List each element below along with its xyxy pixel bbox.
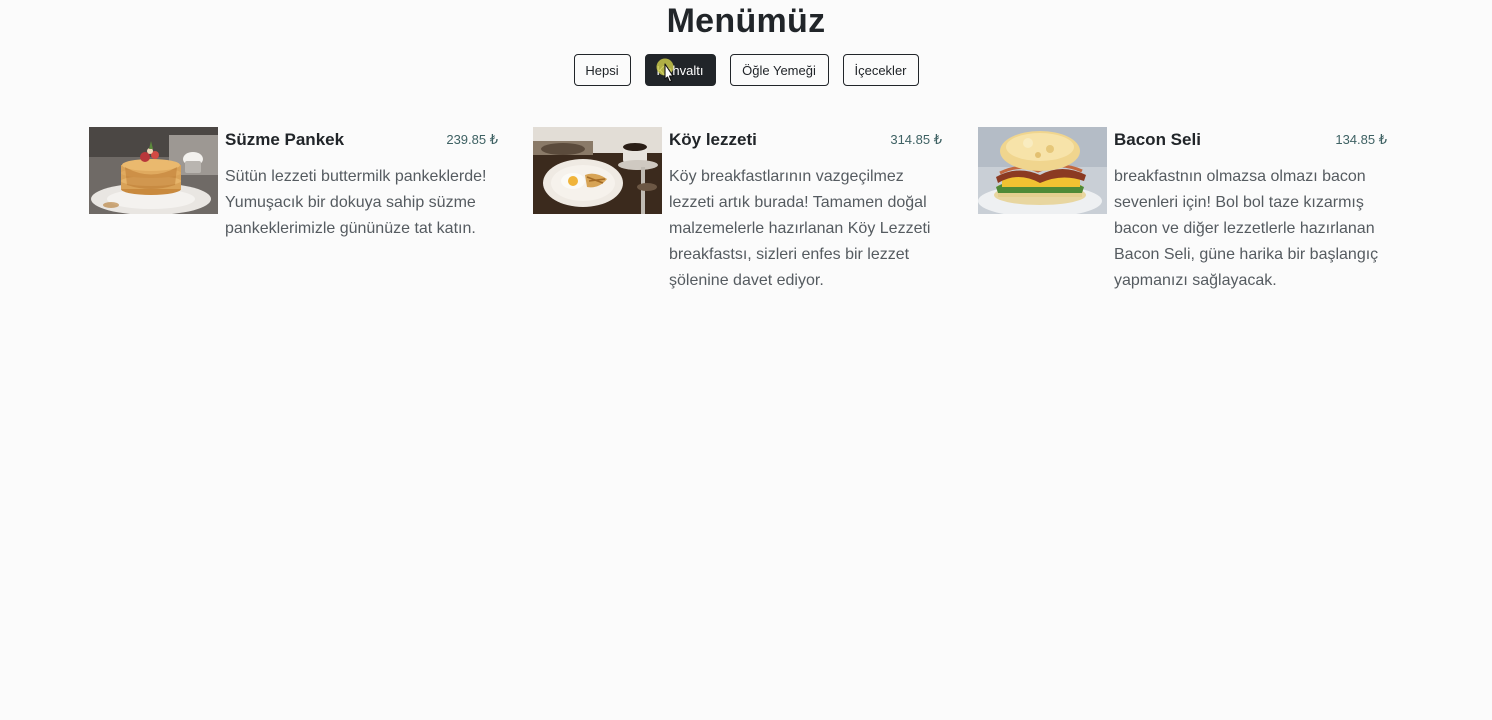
page-title: Menümüz: [666, 2, 826, 40]
item-name: Süzme Pankek: [225, 130, 345, 149]
item-description: breakfastnın olmazsa olmazı bacon sevenl…: [1114, 168, 1379, 289]
pancake-stack-photo: [89, 127, 218, 214]
item-description: Sütün lezzeti buttermilk pankeklerde! Yu…: [225, 168, 487, 237]
filter-all-button[interactable]: Hepsi: [573, 54, 631, 86]
item-name: Bacon Seli: [1114, 130, 1201, 149]
item-price: 134.85 ₺: [1335, 132, 1387, 147]
bacon-sandwich-photo: [978, 127, 1107, 214]
filter-drinks-button[interactable]: İçecekler: [842, 54, 919, 86]
item-price: 314.85 ₺: [890, 132, 942, 147]
category-filter-bar: Hepsi Kahvaltı Öğle Yemeği İçecekler: [0, 54, 1492, 86]
country-breakfast-photo: [533, 127, 662, 214]
menu-page: Menümüz Hepsi Kahvaltı Öğle Yemeği İçece…: [0, 0, 1492, 720]
filter-breakfast-button[interactable]: Kahvaltı: [644, 54, 716, 86]
item-name: Köy lezzeti: [669, 130, 757, 149]
item-description: Köy breakfastlarının vazgeçilmez lezzeti…: [669, 168, 931, 289]
menu-item: Bacon Seli 134.85 ₺ breakfastnın olmazsa…: [978, 127, 1390, 297]
menu-item: Köy lezzeti 314.85 ₺ Köy breakfastlarını…: [533, 127, 945, 297]
filter-lunch-button[interactable]: Öğle Yemeği: [729, 54, 829, 86]
item-price: 239.85 ₺: [446, 132, 498, 147]
menu-item: Süzme Pankek 239.85 ₺ Sütün lezzeti butt…: [89, 127, 501, 297]
